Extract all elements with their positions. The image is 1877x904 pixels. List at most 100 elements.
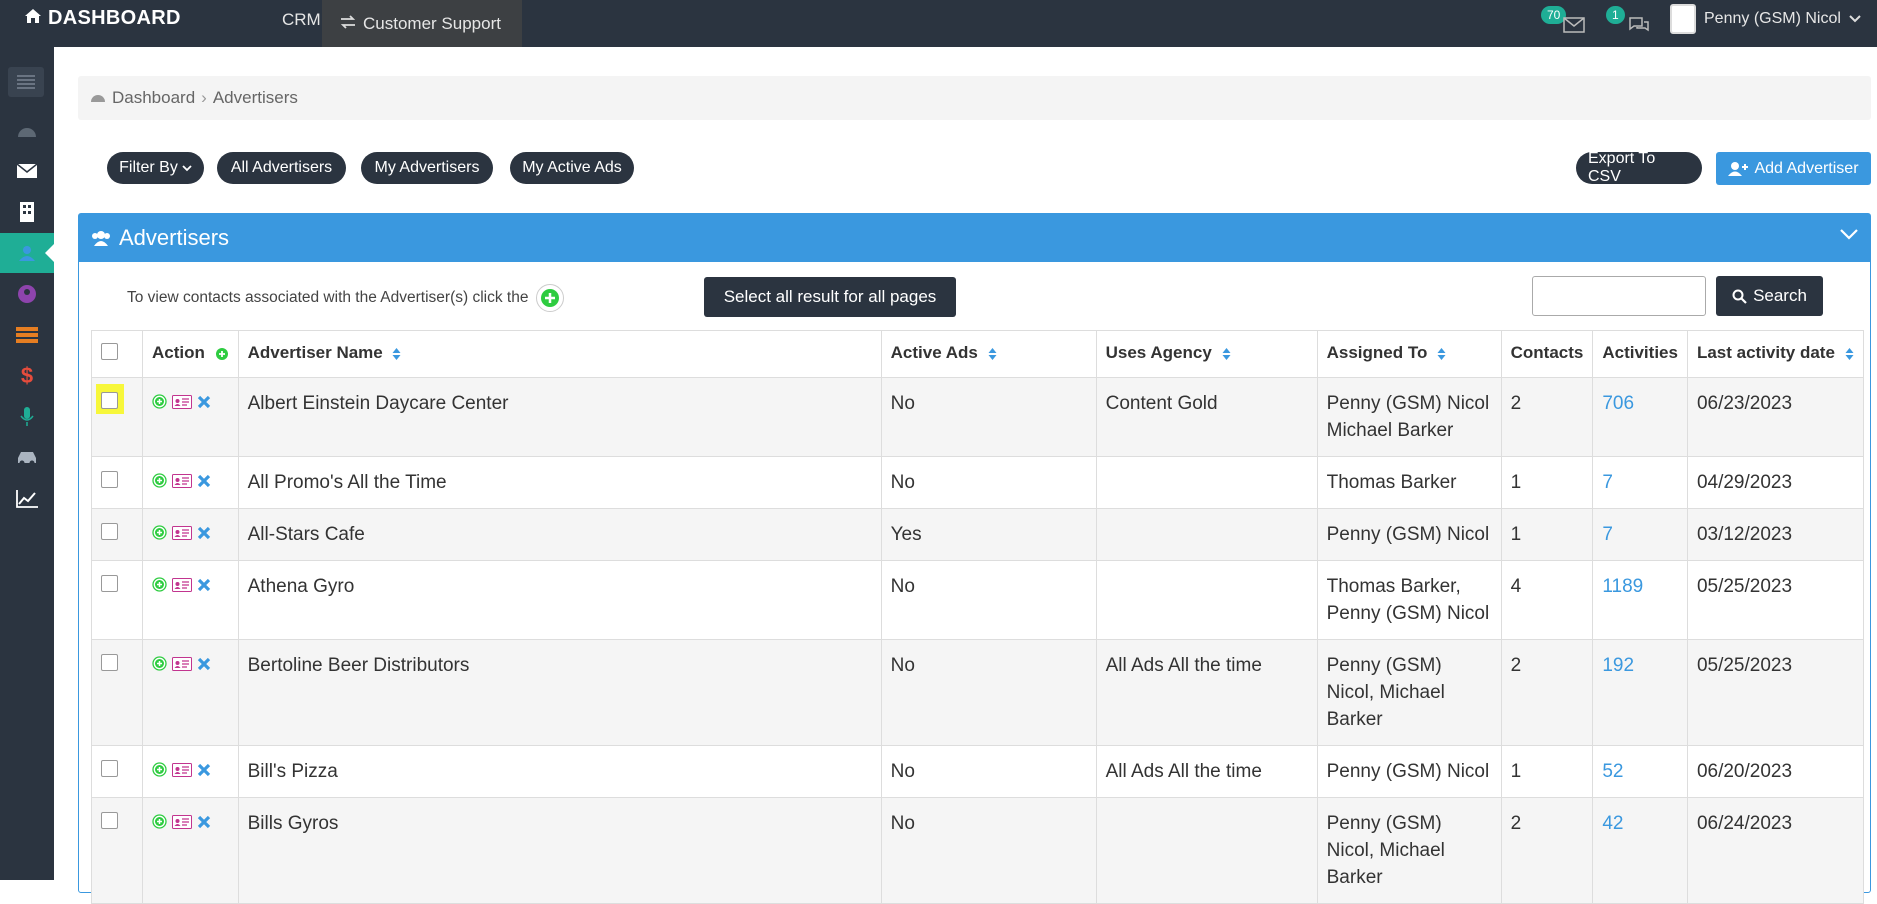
sidebar-item-audio[interactable] <box>0 397 54 437</box>
expand-contacts-icon[interactable] <box>152 394 167 409</box>
delete-icon[interactable] <box>197 657 211 671</box>
advertiser-name: Bertoline Beer Distributors <box>237 639 882 746</box>
table-row: All-Stars Cafe Yes Penny (GSM) Nicol 1 7… <box>91 508 1864 561</box>
header-uses-agency[interactable]: Uses Agency <box>1095 330 1318 378</box>
id-card-icon[interactable] <box>172 525 192 540</box>
expand-contacts-icon[interactable] <box>152 525 167 540</box>
my-active-ads-button[interactable]: My Active Ads <box>510 152 634 184</box>
breadcrumb-dashboard[interactable]: Dashboard <box>112 88 195 108</box>
header-assigned-to[interactable]: Assigned To <box>1316 330 1502 378</box>
expand-contacts-icon[interactable] <box>152 656 167 671</box>
sidebar-item-mail[interactable] <box>0 151 54 191</box>
activities-link[interactable]: 706 <box>1592 377 1688 457</box>
id-card-icon[interactable] <box>172 577 192 592</box>
filter-by-dropdown[interactable]: Filter By <box>107 152 204 184</box>
row-checkbox[interactable] <box>101 471 118 488</box>
row-checkbox[interactable] <box>101 654 118 671</box>
delete-icon[interactable] <box>197 815 211 829</box>
activities-link[interactable]: 192 <box>1592 639 1688 746</box>
list-icon <box>16 327 38 343</box>
id-card-icon[interactable] <box>172 656 192 671</box>
nav-crm[interactable]: CRM <box>282 10 321 30</box>
plus-circle-icon[interactable] <box>215 347 229 361</box>
search-button[interactable]: Search <box>1716 276 1823 316</box>
sidebar-item-reports[interactable] <box>0 479 54 519</box>
id-card-icon[interactable] <box>172 814 192 829</box>
filter-by-label: Filter By <box>119 159 178 176</box>
users-icon <box>92 231 110 246</box>
assigned-to: Penny (GSM) Nicol, Michael Barker <box>1316 639 1502 746</box>
select-all-checkbox[interactable] <box>101 343 118 360</box>
expand-contacts-icon[interactable] <box>152 473 167 488</box>
delete-icon[interactable] <box>197 763 211 777</box>
uses-agency: All Ads All the time <box>1095 639 1318 746</box>
table-header-row: Action Advertiser Name Active Ads Uses A… <box>91 330 1864 378</box>
row-actions-cell <box>142 560 239 640</box>
nav-customer-support[interactable]: Customer Support <box>322 0 522 47</box>
advertisers-table: Action Advertiser Name Active Ads Uses A… <box>91 330 1864 904</box>
sidebar-item-vehicles[interactable] <box>0 438 54 478</box>
row-checkbox[interactable] <box>101 575 118 592</box>
header-advertiser-name[interactable]: Advertiser Name <box>237 330 882 378</box>
row-checkbox[interactable] <box>101 523 118 540</box>
assigned-to: Thomas Barker <box>1316 456 1502 509</box>
header-active-ads[interactable]: Active Ads <box>880 330 1097 378</box>
export-csv-button[interactable]: Export To CSV <box>1576 150 1702 185</box>
activities-link[interactable]: 52 <box>1592 745 1688 798</box>
search-icon <box>1732 289 1747 304</box>
sidebar-item-advertisers[interactable] <box>0 233 54 273</box>
expand-contacts-icon[interactable] <box>152 814 167 829</box>
top-bar: DASHBOARD CRM Customer Support 70 1 Penn… <box>0 0 1877 47</box>
advertiser-name: All Promo's All the Time <box>237 456 882 509</box>
row-checkbox[interactable] <box>101 392 118 409</box>
assigned-to: Penny (GSM) Nicol <box>1316 508 1502 561</box>
header-activities: Activities <box>1592 330 1688 378</box>
id-card-icon[interactable] <box>172 762 192 777</box>
sidebar: $ <box>0 47 54 880</box>
add-advertiser-button[interactable]: Add Advertiser <box>1716 152 1871 185</box>
all-advertisers-button[interactable]: All Advertisers <box>217 152 346 184</box>
active-ads: No <box>880 745 1097 798</box>
user-circle-icon <box>18 285 36 303</box>
table-row: Bill's Pizza No All Ads All the time Pen… <box>91 745 1864 798</box>
contacts-count: 2 <box>1500 797 1594 904</box>
chat-icon <box>1629 17 1649 32</box>
panel-title: Advertisers <box>119 225 230 250</box>
activities-link[interactable]: 7 <box>1592 508 1688 561</box>
select-all-pages-button[interactable]: Select all result for all pages <box>704 277 956 317</box>
sidebar-item-billing[interactable]: $ <box>0 356 54 396</box>
activities-link[interactable]: 7 <box>1592 456 1688 509</box>
search-input[interactable] <box>1532 276 1706 316</box>
row-checkbox[interactable] <box>101 760 118 777</box>
row-actions-cell <box>142 745 239 798</box>
activities-link[interactable]: 1189 <box>1592 560 1688 640</box>
collapse-chevron-icon[interactable] <box>1840 228 1858 240</box>
id-card-icon[interactable] <box>172 394 192 409</box>
activities-link[interactable]: 42 <box>1592 797 1688 904</box>
expand-contacts-icon[interactable] <box>152 762 167 777</box>
table-row: All Promo's All the Time No Thomas Barke… <box>91 456 1864 509</box>
my-advertisers-button[interactable]: My Advertisers <box>361 152 493 184</box>
sidebar-item-orders[interactable] <box>0 315 54 355</box>
user-menu[interactable]: Penny (GSM) Nicol <box>1670 4 1861 34</box>
expand-contacts-icon[interactable] <box>152 577 167 592</box>
add-advertiser-label: Add Advertiser <box>1754 159 1859 177</box>
delete-icon[interactable] <box>197 474 211 488</box>
active-ads: No <box>880 639 1097 746</box>
advertiser-name: Albert Einstein Daycare Center <box>237 377 882 457</box>
delete-icon[interactable] <box>197 395 211 409</box>
sidebar-item-dashboard[interactable] <box>0 110 54 150</box>
sort-icon <box>1437 347 1446 360</box>
sidebar-item-building[interactable] <box>0 192 54 232</box>
row-checkbox[interactable] <box>101 812 118 829</box>
sidebar-item-contacts[interactable] <box>0 274 54 314</box>
id-card-icon[interactable] <box>172 473 192 488</box>
delete-icon[interactable] <box>197 578 211 592</box>
advertiser-name: All-Stars Cafe <box>237 508 882 561</box>
brand-link[interactable]: DASHBOARD <box>24 7 181 30</box>
delete-icon[interactable] <box>197 526 211 540</box>
header-last-activity[interactable]: Last activity date <box>1686 330 1864 378</box>
dashboard-icon <box>90 88 106 108</box>
line-chart-icon <box>16 490 38 508</box>
sidebar-toggle[interactable] <box>8 67 44 97</box>
